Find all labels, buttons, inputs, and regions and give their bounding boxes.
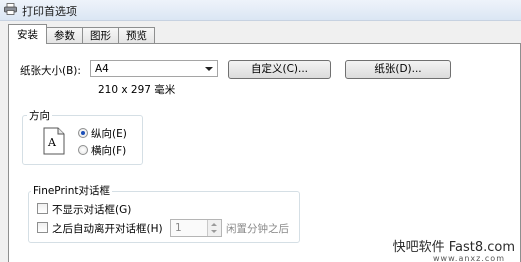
auto-leave-checkbox[interactable] <box>37 222 48 233</box>
tab-graphics[interactable]: 图形 <box>82 27 119 44</box>
watermark-text: 快吧软件 Fast8.com <box>392 240 515 255</box>
stepper-buttons[interactable] <box>207 220 221 236</box>
tab-parameters[interactable]: 参数 <box>46 27 83 44</box>
custom-size-button[interactable]: 自定义(C)... <box>228 60 331 79</box>
orientation-group-title: 方向 <box>27 108 52 123</box>
fineprint-dialog-group-title: FinePrint对话框 <box>31 183 112 198</box>
chevron-down-icon <box>211 230 217 233</box>
paper-size-label: 纸张大小(B): <box>20 65 81 77</box>
portrait-label[interactable]: 纵向(E) <box>91 126 127 141</box>
portrait-radio[interactable] <box>78 128 88 138</box>
paper-button[interactable]: 纸张(D)... <box>345 60 451 79</box>
landscape-label[interactable]: 横向(F) <box>91 143 126 158</box>
chevron-up-icon <box>211 223 217 226</box>
print-preferences-window: 打印首选项 安装 参数 图形 预览 纸张大小(B): A4 210 x 297 … <box>0 0 521 262</box>
tab-setup[interactable]: 安装 <box>8 24 47 44</box>
paper-dimensions: 210 x 297 毫米 <box>98 84 176 96</box>
window-title: 打印首选项 <box>22 5 77 18</box>
tab-strip: 安装 参数 图形 预览 <box>8 24 155 44</box>
idle-minutes-suffix: 闲置分钟之后 <box>226 223 289 235</box>
orientation-icon-letter: A <box>48 136 56 149</box>
idle-minutes-stepper[interactable]: 1 <box>170 219 222 237</box>
idle-minutes-value: 1 <box>175 222 182 234</box>
printer-icon <box>4 3 17 15</box>
tab-preview[interactable]: 预览 <box>118 27 155 44</box>
paper-size-dropdown[interactable]: A4 <box>90 60 218 77</box>
chevron-down-icon <box>205 67 213 71</box>
title-bar: 打印首选项 <box>0 0 521 21</box>
no-dialog-checkbox[interactable] <box>37 203 48 214</box>
watermark-subtext: www.anxz.com <box>433 254 505 262</box>
no-dialog-label[interactable]: 不显示对话框(G) <box>52 202 131 217</box>
auto-leave-label[interactable]: 之后自动离开对话框(H) <box>52 221 163 236</box>
landscape-radio[interactable] <box>78 145 88 155</box>
paper-size-value: A4 <box>95 63 109 75</box>
